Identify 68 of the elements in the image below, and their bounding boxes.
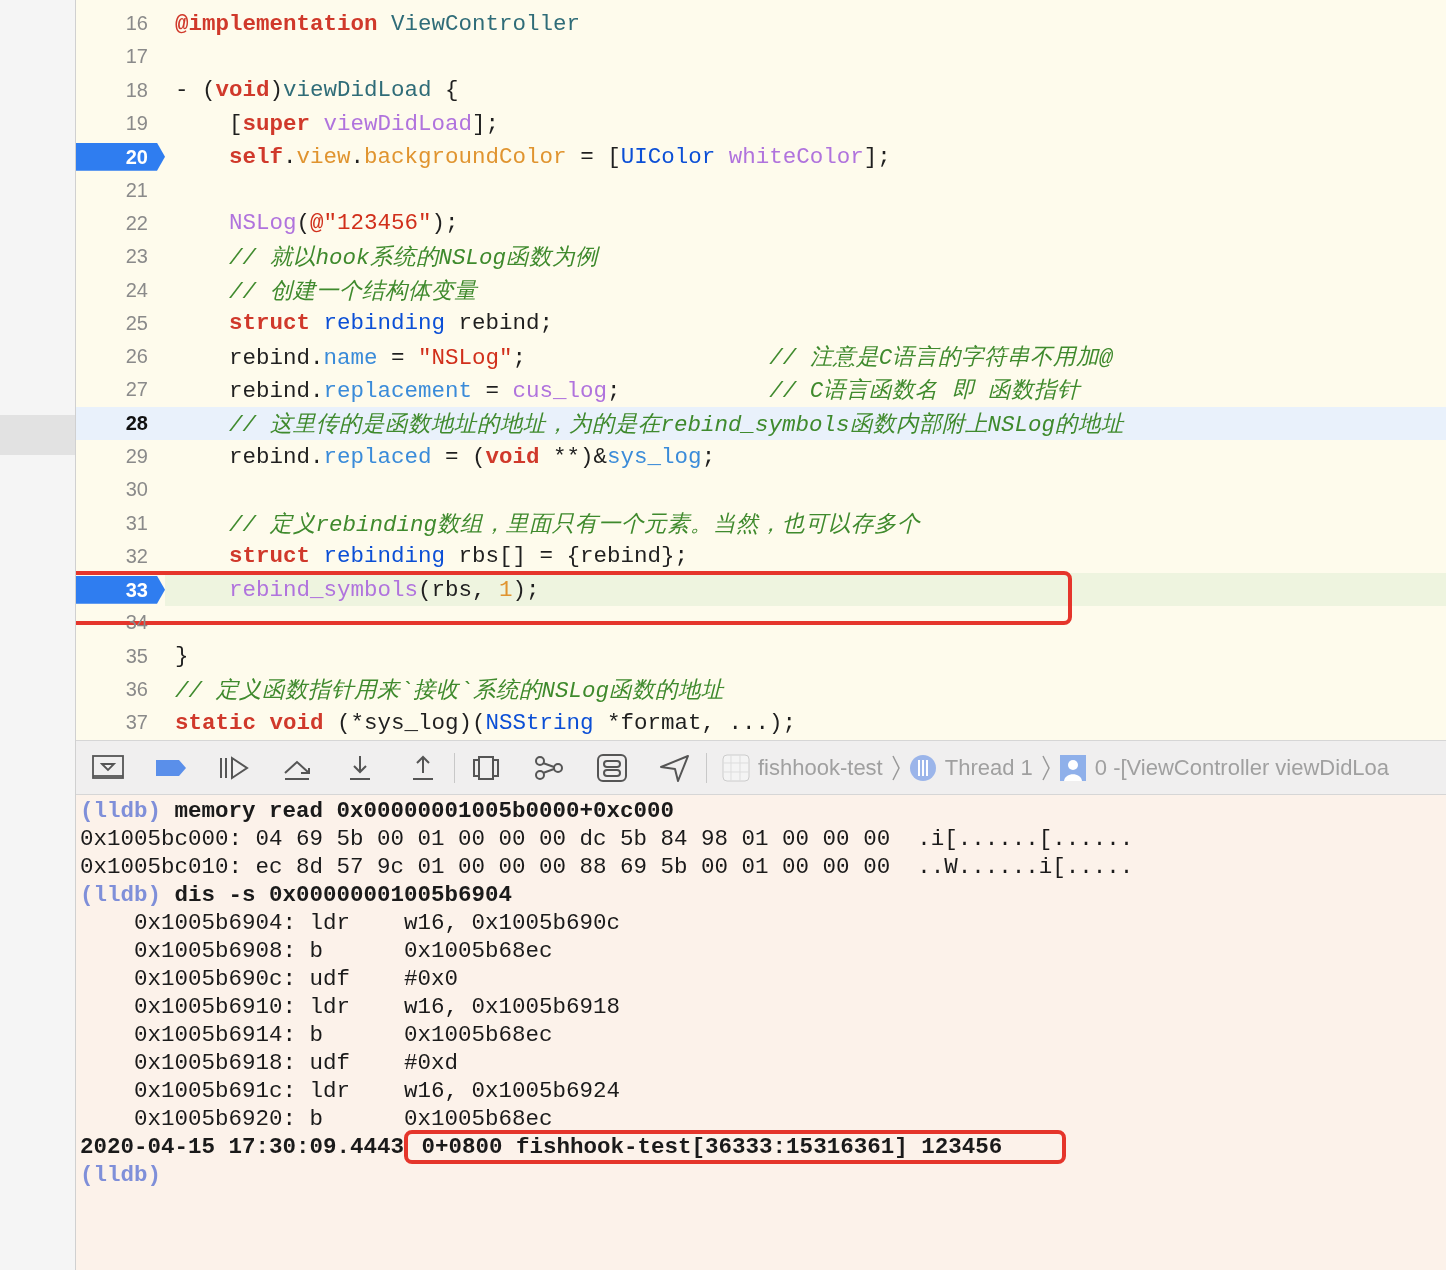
- environment-overrides-icon[interactable]: [596, 753, 628, 782]
- breadcrumb-item[interactable]: 0 -[ViewController viewDidLoa: [1094, 754, 1390, 781]
- line-number: 21: [125, 178, 149, 202]
- line-number: 17: [125, 45, 149, 69]
- line-number: 37: [125, 711, 149, 735]
- code-line: // 就以hook系统的NSLog函数为例: [228, 244, 599, 273]
- chevron-icon: [1040, 753, 1051, 782]
- memory-graph-icon[interactable]: [533, 754, 565, 781]
- view-hierarchy-icon[interactable]: [470, 754, 502, 781]
- chevron-icon: [890, 753, 901, 782]
- line-number: 31: [125, 511, 149, 535]
- line-number: 23: [125, 245, 149, 269]
- line-number: 35: [125, 644, 149, 668]
- console-line: 0x1005b6920: b 0x1005b68ec: [133, 1105, 553, 1133]
- thread-icon: [908, 753, 937, 782]
- code-line: rebind.replacement = cus_log; // C语言函数名 即 函数指针: [228, 377, 1081, 406]
- console-line: 0x1005bc010: ec 8d 57 9c 01 00 00 00 88 69 5b 00 01 00 00 00 ..W......i[.....: [80, 853, 1134, 881]
- code-line: rebind.name = "NSLog"; // 注意是C语言的字符串不用加@: [228, 344, 1113, 373]
- line-number: 27: [125, 378, 149, 402]
- breadcrumb-item[interactable]: Thread 1: [944, 754, 1033, 781]
- line-number: 25: [125, 311, 149, 335]
- code-line: struct rebinding rbs[] = {rebind};: [228, 543, 689, 570]
- code-line: NSLog(@"123456");: [228, 210, 459, 237]
- console-line: 0x1005b6918: udf #0xd: [133, 1049, 459, 1077]
- line-number: 36: [125, 678, 149, 702]
- code-line: struct rebinding rebind;: [228, 310, 554, 337]
- location-icon[interactable]: [659, 753, 691, 782]
- console-line: 0x1005b690c: udf #0x0: [133, 965, 459, 993]
- hide-panel-icon[interactable]: [92, 754, 124, 781]
- console-line: 0x1005b6914: b 0x1005b68ec: [133, 1021, 553, 1049]
- code-line: rebind.replaced = (void **)&sys_log;: [228, 443, 716, 470]
- line-number: 24: [125, 278, 149, 302]
- code-line: // 这里传的是函数地址的地址，为的是在rebind_symbols函数内部附上NSLog的地址: [228, 410, 1125, 439]
- code-line: // 定义函数指针用来`接收`系统的NSLog函数的地址: [175, 677, 725, 706]
- console-line: 0x1005bc000: 04 69 5b 00 01 00 00 00 dc 5b 84 98 01 00 00 00 .i[......[......: [80, 825, 1134, 853]
- code-line: rebind_symbols(rbs, 1);: [228, 576, 540, 603]
- breakpoint-marker[interactable]: 33: [76, 575, 165, 604]
- console-line: 0x1005b691c: ldr w16, 0x1005b6924: [133, 1077, 621, 1105]
- line-number: 16: [125, 12, 149, 36]
- breakpoint-toggle-icon[interactable]: [155, 757, 187, 778]
- code-line: }: [175, 643, 189, 670]
- console-line: 0x1005b6910: ldr w16, 0x1005b6918: [133, 993, 621, 1021]
- console-line: (lldb) memory read 0x00000001005b0000+0xc000: [80, 797, 675, 825]
- breadcrumb-item[interactable]: fishhook-test: [758, 754, 883, 781]
- console-line: 2020-04-15 17:30:09.4443: [80, 1133, 405, 1161]
- person-icon: [1058, 753, 1087, 782]
- app-grid-icon: [722, 753, 750, 782]
- line-number: 29: [125, 445, 149, 468]
- code-line: // 定义rebinding数组，里面只有一个元素。当然，也可以存多个: [228, 510, 921, 539]
- line-number: 22: [125, 211, 149, 235]
- code-line: [super viewDidLoad];: [228, 110, 500, 137]
- code-line: - (void)viewDidLoad {: [175, 77, 459, 104]
- line-number: 28: [125, 411, 149, 435]
- console-prompt: (lldb): [80, 1161, 161, 1189]
- console-line: 0x1005b6908: b 0x1005b68ec: [133, 937, 553, 965]
- console-line: 0x1005b6904: ldr w16, 0x1005b690c: [133, 909, 621, 937]
- line-number: 19: [125, 112, 149, 136]
- line-number: 32: [125, 544, 149, 568]
- code-line: static void (*sys_log)(NSString *format, ...);: [175, 709, 797, 736]
- line-number: 18: [125, 78, 149, 102]
- console-line: (lldb) dis -s 0x00000001005b6904: [80, 881, 513, 909]
- line-number: 26: [125, 345, 149, 369]
- code-line: // 创建一个结构体变量: [228, 277, 477, 306]
- breakpoint-marker[interactable]: 20: [76, 142, 165, 171]
- continue-icon[interactable]: [218, 754, 250, 781]
- line-number: 30: [125, 478, 149, 502]
- code-line: self.view.backgroundColor = [UIColor whiteColor];: [228, 143, 891, 170]
- code-line: @implementation ViewController: [175, 10, 581, 37]
